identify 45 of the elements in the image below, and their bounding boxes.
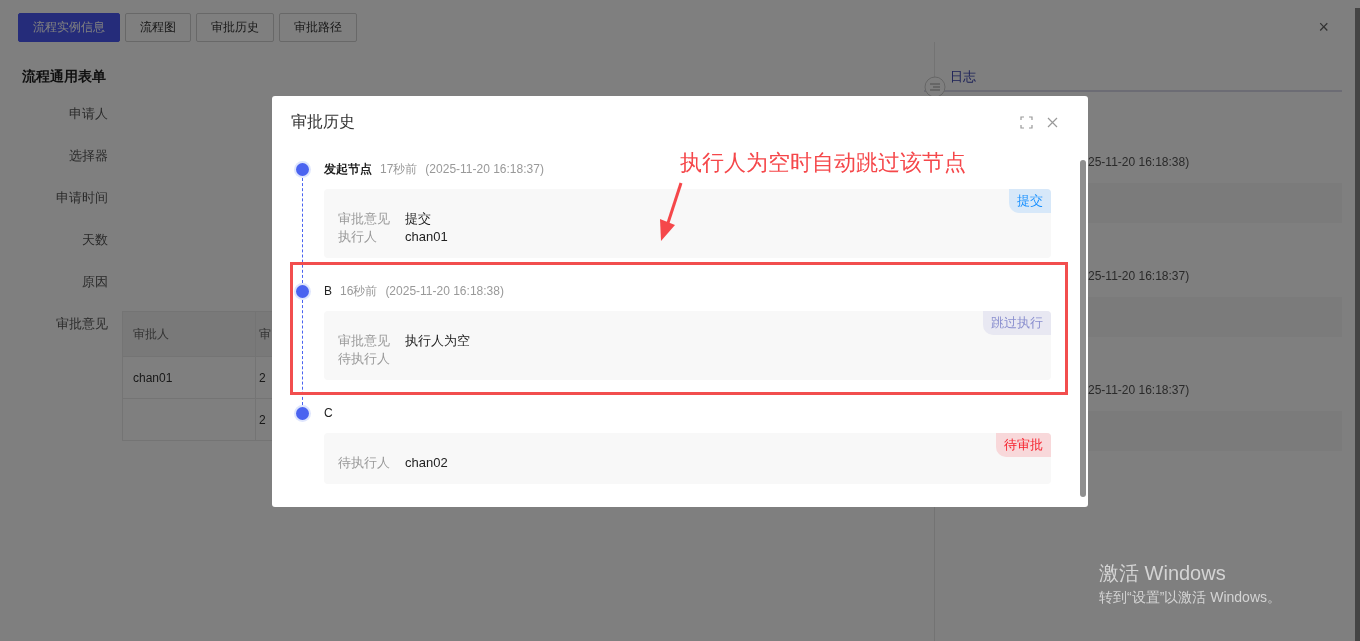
field-label: 审批意见 <box>55 315 108 333</box>
status-tag: 待审批 <box>996 433 1051 457</box>
activation-title: 激活 Windows <box>1099 561 1227 586</box>
node-name: C <box>324 406 333 420</box>
tab-button[interactable]: 流程图 <box>125 12 191 42</box>
close-icon[interactable] <box>1047 116 1058 128</box>
dialog-title: 审批历史 <box>291 111 355 132</box>
node-name: B <box>324 284 332 298</box>
field-label: 审批意见 <box>338 210 391 228</box>
field-value: 提交 <box>405 210 431 228</box>
field-label: 审批意见 <box>338 332 391 350</box>
close-icon[interactable]: × <box>1318 16 1329 38</box>
tab-button[interactable]: 流程实例信息 <box>18 12 120 42</box>
tab-button[interactable]: 审批历史 <box>196 12 274 42</box>
field-label: 待执行人 <box>338 454 391 472</box>
status-tag: 提交 <box>1009 189 1051 213</box>
log-time: 25-11-20 16:18:38) <box>1088 155 1191 171</box>
field-label: 原因 <box>81 273 108 291</box>
timestamp: (2025-11-20 16:18:38) <box>385 284 504 298</box>
page-scrollbar[interactable] <box>1355 8 1360 641</box>
field-value: chan01 <box>405 228 448 246</box>
relative-time: 17秒前 <box>380 160 418 178</box>
field-value: chan02 <box>405 454 448 472</box>
timeline-dot <box>296 285 309 298</box>
fullscreen-icon[interactable] <box>1020 115 1033 129</box>
timestamp: (2025-11-20 16:18:37) <box>425 162 544 176</box>
log-time: 25-11-20 16:18:37) <box>1088 383 1191 399</box>
field-label: 执行人 <box>338 228 378 246</box>
annotation-arrow <box>658 181 684 243</box>
timeline-dot <box>296 163 309 176</box>
node-name: 发起节点 <box>324 160 372 178</box>
log-tab[interactable]: 日志 <box>950 68 976 86</box>
field-label: 申请时间 <box>55 189 108 207</box>
annotation-text: 执行人为空时自动跳过该节点 <box>680 149 966 177</box>
field-label: 申请人 <box>68 105 108 123</box>
activation-message: 转到“设置”以激活 Windows。 <box>1099 589 1281 607</box>
log-time: 25-11-20 16:18:37) <box>1088 269 1191 285</box>
dialog-scrollbar[interactable] <box>1080 160 1086 497</box>
status-tag: 跳过执行 <box>983 311 1051 335</box>
relative-time: 16秒前 <box>340 282 378 300</box>
tab-button[interactable]: 审批路径 <box>279 12 357 42</box>
field-label: 天数 <box>81 231 108 249</box>
form-title: 流程通用表单 <box>22 68 107 86</box>
field-label: 选择器 <box>68 147 108 165</box>
timeline-dot <box>296 407 309 420</box>
